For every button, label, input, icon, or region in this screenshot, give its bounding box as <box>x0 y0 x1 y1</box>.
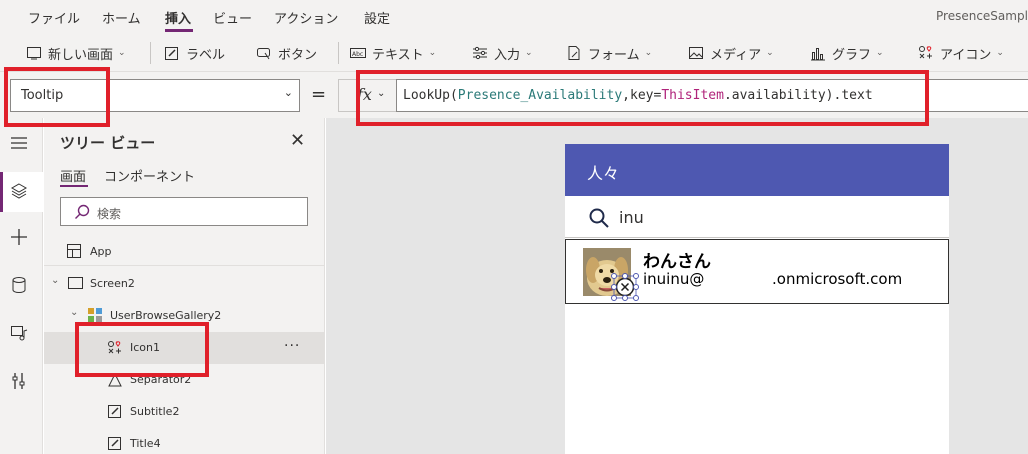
label-button[interactable]: ラベル <box>164 43 225 63</box>
menu-settings[interactable]: 設定 <box>364 8 390 27</box>
form-label: フォーム <box>588 47 640 63</box>
media-label: メディア <box>710 47 762 63</box>
tree-item-label: UserBrowseGallery2 <box>110 309 222 322</box>
database-icon[interactable] <box>10 276 28 294</box>
chevron-down-icon: ⌄ <box>766 48 774 58</box>
chevron-down-icon: ⌄ <box>876 48 884 58</box>
tree-divider <box>44 265 325 266</box>
search-icon <box>589 208 609 228</box>
menu-home[interactable]: ホーム <box>102 8 141 27</box>
text-input-icon: Abc <box>350 48 366 58</box>
chevron-down-icon: ⌄ <box>525 48 533 58</box>
more-options-icon[interactable]: ··· <box>284 338 300 354</box>
highlight-formula-box <box>356 70 929 126</box>
tools-icon[interactable] <box>10 372 28 390</box>
menu-view[interactable]: ビュー <box>213 8 252 27</box>
tree-item-label: Title4 <box>130 437 161 450</box>
equals-sign: = <box>311 84 327 105</box>
form-icon <box>568 46 580 60</box>
form-button[interactable]: フォーム ⌄ <box>566 43 652 63</box>
new-screen-button[interactable]: 新しい画面 ⌄ <box>26 43 126 63</box>
tab-components[interactable]: コンポーネント <box>104 166 195 185</box>
search-placeholder: 検索 <box>97 207 122 221</box>
media-button[interactable]: メディア ⌄ <box>688 43 774 63</box>
chevron-down-icon: ⌄ <box>428 48 437 58</box>
icon-label: アイコン <box>940 47 992 63</box>
media-icon <box>689 47 703 59</box>
input-icon <box>473 46 487 60</box>
app-icon <box>67 244 81 258</box>
label-icon <box>108 405 121 418</box>
bar-chart-icon <box>811 48 825 61</box>
tree-item-label: Screen2 <box>90 277 135 290</box>
tree-item-app[interactable]: App <box>44 236 325 268</box>
menu-action[interactable]: アクション <box>274 8 338 27</box>
menu-insert[interactable]: 挿入 <box>165 8 191 27</box>
text-button[interactable]: Abc テキスト ⌄ <box>350 43 436 63</box>
toolbar-divider <box>338 42 339 64</box>
chevron-down-icon: ⌄ <box>996 48 1004 58</box>
icon-button[interactable]: アイコン ⌄ <box>918 43 1004 63</box>
button-label: ボタン <box>278 47 318 63</box>
gallery-icon <box>88 308 102 322</box>
menu-file[interactable]: ファイル <box>28 8 80 27</box>
power-apps-studio: { "menu": { "items": ["ファイル", "ホーム", "挿入… <box>0 0 1028 454</box>
tree-item-subtitle[interactable]: Subtitle2 <box>44 396 325 428</box>
screen-title: 人々 <box>587 164 620 183</box>
text-label: テキスト <box>372 47 424 63</box>
chevron-down-icon: ⌄ <box>118 48 126 58</box>
left-rail <box>0 118 43 454</box>
chart-label: グラフ <box>832 47 872 63</box>
screen-header[interactable]: 人々 <box>565 144 949 196</box>
user-email: inuinu@ <box>643 270 705 288</box>
user-name: わんさん <box>643 252 711 272</box>
toolbar-divider <box>150 42 151 64</box>
search-icon <box>75 204 90 219</box>
close-icon[interactable]: ✕ <box>290 130 305 151</box>
tree-item-label: Subtitle2 <box>130 405 180 418</box>
selected-presence-icon[interactable] <box>611 273 639 301</box>
user-email-domain: .onmicrosoft.com <box>772 270 903 288</box>
chevron-down-icon[interactable]: ⌄ <box>51 275 59 286</box>
input-button[interactable]: 入力 ⌄ <box>472 43 533 63</box>
button-icon <box>257 48 270 60</box>
tree-item-screen2[interactable]: ⌄ Screen2 <box>44 268 325 300</box>
insert-toolbar: 新しい画面 ⌄ ラベル ボタン Abc テキスト ⌄ 入力 ⌄ フォーム ⌄ メディア ⌄ <box>0 34 1028 72</box>
new-screen-icon <box>27 47 41 60</box>
label-icon <box>165 47 178 60</box>
tree-item-label: App <box>90 245 112 258</box>
chevron-down-icon: ⌄ <box>644 48 653 58</box>
media-library-icon[interactable] <box>10 324 28 342</box>
chevron-down-icon: ⌄ <box>283 86 293 99</box>
active-tab-indicator <box>165 29 193 32</box>
icons-icon <box>919 46 932 59</box>
app-name: PresenceSampl <box>936 9 1028 23</box>
tab-screens[interactable]: 画面 <box>60 166 86 185</box>
search-underline <box>565 237 949 238</box>
menu-bar: ファイル ホーム 挿入 ビュー アクション 設定 PresenceSampl <box>0 0 1028 34</box>
highlight-icon1-box <box>75 322 209 377</box>
label-label: ラベル <box>186 47 226 63</box>
layers-icon[interactable] <box>10 182 28 200</box>
label-icon <box>108 437 121 450</box>
screen-icon <box>68 277 83 289</box>
tree-item-title[interactable]: Title4 <box>44 428 325 454</box>
tree-search-input[interactable]: 検索 <box>60 197 308 226</box>
chevron-down-icon[interactable]: ⌄ <box>70 307 78 318</box>
highlight-property-box <box>4 67 110 127</box>
input-label: 入力 <box>494 47 521 63</box>
plus-icon[interactable] <box>10 228 28 246</box>
tab-underline <box>60 185 88 187</box>
people-search-input[interactable]: inu <box>619 208 644 227</box>
button-button[interactable]: ボタン <box>256 43 317 63</box>
svg-text:Abc: Abc <box>352 51 363 58</box>
tree-view-title: ツリー ビュー <box>60 134 156 152</box>
hamburger-menu-icon[interactable] <box>10 134 28 152</box>
chart-button[interactable]: グラフ ⌄ <box>810 43 884 63</box>
new-screen-label: 新しい画面 <box>48 47 114 63</box>
